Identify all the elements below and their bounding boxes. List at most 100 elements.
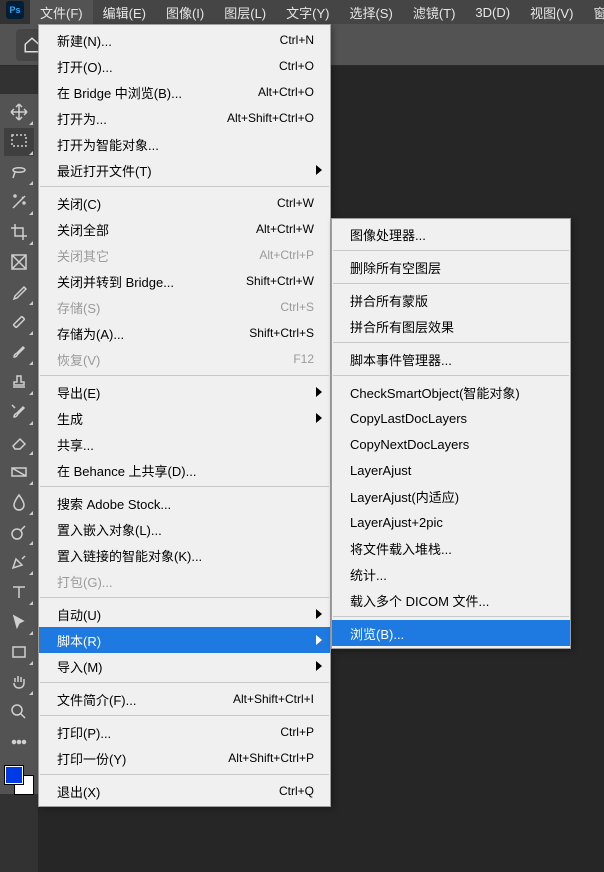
scripts_menu-item[interactable]: CopyLastDocLayers: [332, 405, 570, 431]
submenu-arrow-icon: [316, 387, 322, 397]
tool-hand[interactable]: [4, 668, 34, 696]
menu-filter[interactable]: 滤镜(T): [403, 0, 466, 24]
tool-brush[interactable]: [4, 338, 34, 366]
file_menu-item[interactable]: 文件简介(F)...Alt+Shift+Ctrl+I: [39, 686, 330, 712]
file_menu-item: 存储(S)Ctrl+S: [39, 294, 330, 320]
scripts_menu-item-label: 拼合所有蒙版: [350, 291, 554, 310]
scripts_menu-item-label: 图像处理器...: [350, 225, 554, 244]
tool-more[interactable]: [4, 728, 34, 756]
scripts_menu-item[interactable]: 拼合所有蒙版: [332, 287, 570, 313]
scripts_menu-item-label: 将文件载入堆栈...: [350, 539, 554, 558]
tool-gradient[interactable]: [4, 458, 34, 486]
tool-dodge[interactable]: [4, 518, 34, 546]
foreground-color[interactable]: [5, 766, 23, 784]
tool-zoom[interactable]: [4, 698, 34, 726]
file_menu-item-shortcut: Alt+Ctrl+P: [259, 248, 314, 262]
tool-rectangle[interactable]: [4, 638, 34, 666]
file_menu-item-label: 导出(E): [57, 383, 314, 402]
file_menu-item-label: 置入链接的智能对象(K)...: [57, 546, 314, 565]
color-swatch[interactable]: [5, 766, 33, 794]
scripts_menu-item-label: CopyLastDocLayers: [350, 411, 554, 426]
scripts_menu-item[interactable]: 拼合所有图层效果: [332, 313, 570, 339]
menu-file[interactable]: 文件(F): [30, 0, 93, 24]
file_menu-item-label: 关闭其它: [57, 246, 259, 265]
file_menu-item[interactable]: 搜索 Adobe Stock...: [39, 490, 330, 516]
menu-layer[interactable]: 图层(L): [214, 0, 276, 24]
file_menu-item[interactable]: 在 Behance 上共享(D)...: [39, 457, 330, 483]
tool-marquee[interactable]: [4, 128, 34, 156]
file_menu-item[interactable]: 置入链接的智能对象(K)...: [39, 542, 330, 568]
file_menu-item[interactable]: 自动(U): [39, 601, 330, 627]
scripts_menu-item[interactable]: 删除所有空图层: [332, 254, 570, 280]
file_menu-item[interactable]: 关闭并转到 Bridge...Shift+Ctrl+W: [39, 268, 330, 294]
menu-image[interactable]: 图像(I): [156, 0, 214, 24]
scripts_menu-item[interactable]: 浏览(B)...: [332, 620, 570, 646]
file_menu-item[interactable]: 存储为(A)...Shift+Ctrl+S: [39, 320, 330, 346]
file_menu-item[interactable]: 打印(P)...Ctrl+P: [39, 719, 330, 745]
submenu-arrow-icon: [316, 609, 322, 619]
scripts_menu-item[interactable]: 载入多个 DICOM 文件...: [332, 587, 570, 613]
tool-heal[interactable]: [4, 308, 34, 336]
scripts_menu-item-label: 浏览(B)...: [350, 624, 554, 643]
file_menu-item[interactable]: 新建(N)...Ctrl+N: [39, 27, 330, 53]
scripts_menu-item[interactable]: LayerAjust: [332, 457, 570, 483]
file_menu-item[interactable]: 导出(E): [39, 379, 330, 405]
file_menu-item[interactable]: 在 Bridge 中浏览(B)...Alt+Ctrl+O: [39, 79, 330, 105]
scripts_menu-separator: [333, 283, 569, 284]
file_menu-item-shortcut: Ctrl+S: [280, 300, 314, 314]
menu-edit[interactable]: 编辑(E): [93, 0, 156, 24]
file_menu-item[interactable]: 打开(O)...Ctrl+O: [39, 53, 330, 79]
tool-eyedropper[interactable]: [4, 278, 34, 306]
scripts_menu-item[interactable]: 脚本事件管理器...: [332, 346, 570, 372]
file_menu-item[interactable]: 关闭(C)Ctrl+W: [39, 190, 330, 216]
scripts_menu-item[interactable]: 将文件载入堆栈...: [332, 535, 570, 561]
file_menu-item-label: 搜索 Adobe Stock...: [57, 494, 314, 513]
scripts_menu-item[interactable]: LayerAjust(内适应): [332, 483, 570, 509]
file_menu-item[interactable]: 生成: [39, 405, 330, 431]
file_menu-item-shortcut: Alt+Ctrl+W: [256, 222, 314, 236]
scripts_menu-item[interactable]: CheckSmartObject(智能对象): [332, 379, 570, 405]
file_menu-item-label: 打印(P)...: [57, 723, 280, 742]
menu-3d[interactable]: 3D(D): [465, 0, 520, 24]
tool-eraser[interactable]: [4, 428, 34, 456]
file_menu-item-label: 文件简介(F)...: [57, 690, 233, 709]
file_menu-item-shortcut: Alt+Shift+Ctrl+O: [227, 111, 314, 125]
file_menu-item-shortcut: Ctrl+Q: [279, 784, 314, 798]
file_menu-item[interactable]: 导入(M): [39, 653, 330, 679]
file_menu-item[interactable]: 退出(X)Ctrl+Q: [39, 778, 330, 804]
scripts_menu-item[interactable]: CopyNextDocLayers: [332, 431, 570, 457]
tool-crop[interactable]: [4, 218, 34, 246]
tool-pen[interactable]: [4, 548, 34, 576]
scripts_menu-item-label: LayerAjust(内适应): [350, 487, 554, 506]
scripts_menu-item-label: 统计...: [350, 565, 554, 584]
tool-lasso[interactable]: [4, 158, 34, 186]
tool-magic-wand[interactable]: [4, 188, 34, 216]
file_menu-item[interactable]: 置入嵌入对象(L)...: [39, 516, 330, 542]
file_menu-item[interactable]: 脚本(R): [39, 627, 330, 653]
file_menu-item[interactable]: 关闭全部Alt+Ctrl+W: [39, 216, 330, 242]
tool-history-brush[interactable]: [4, 398, 34, 426]
tool-path-select[interactable]: [4, 608, 34, 636]
menu-select[interactable]: 选择(S): [339, 0, 402, 24]
file_menu-item: 恢复(V)F12: [39, 346, 330, 372]
file_menu-item[interactable]: 打开为智能对象...: [39, 131, 330, 157]
file_menu-separator: [40, 375, 329, 376]
tool-type[interactable]: [4, 578, 34, 606]
file_menu-item-label: 生成: [57, 409, 314, 428]
scripts_menu-item[interactable]: LayerAjust+2pic: [332, 509, 570, 535]
file_menu-item[interactable]: 打印一份(Y)Alt+Shift+Ctrl+P: [39, 745, 330, 771]
scripts_menu-separator: [333, 616, 569, 617]
scripts_menu-item-label: 脚本事件管理器...: [350, 350, 554, 369]
tool-move[interactable]: [4, 98, 34, 126]
tool-blur[interactable]: [4, 488, 34, 516]
tool-frame[interactable]: [4, 248, 34, 276]
menu-type[interactable]: 文字(Y): [276, 0, 339, 24]
menu-window[interactable]: 窗: [583, 0, 604, 24]
scripts_menu-item[interactable]: 统计...: [332, 561, 570, 587]
file_menu-item[interactable]: 共享...: [39, 431, 330, 457]
scripts_menu-item[interactable]: 图像处理器...: [332, 221, 570, 247]
menu-view[interactable]: 视图(V): [520, 0, 583, 24]
tool-stamp[interactable]: [4, 368, 34, 396]
file_menu-item[interactable]: 最近打开文件(T): [39, 157, 330, 183]
file_menu-item[interactable]: 打开为...Alt+Shift+Ctrl+O: [39, 105, 330, 131]
